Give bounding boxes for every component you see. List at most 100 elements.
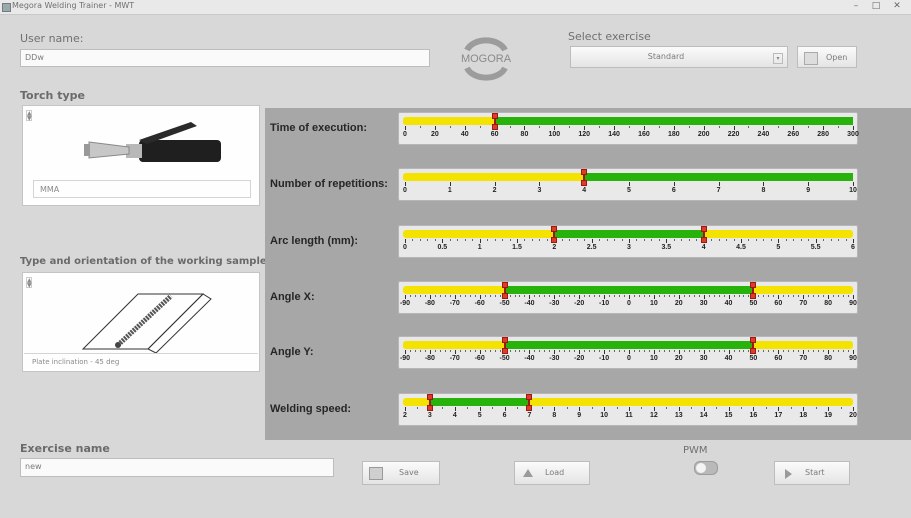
minor-tick bbox=[793, 295, 795, 297]
torch-spinner[interactable]: ▲ ▼ bbox=[26, 110, 32, 122]
minor-tick bbox=[439, 295, 441, 297]
minor-tick bbox=[763, 295, 765, 297]
minor-tick bbox=[517, 407, 518, 409]
minor-tick bbox=[808, 350, 810, 352]
high-limit-handle[interactable] bbox=[750, 282, 757, 303]
minor-tick bbox=[569, 295, 571, 297]
param-scale-slider[interactable]: 0 20 40 60 80 100 120 140 160 180 200 220 240 260 280 3… bbox=[398, 112, 859, 145]
minor-tick bbox=[693, 295, 695, 297]
acceptable-range-bar bbox=[504, 341, 754, 349]
minimize-button[interactable]: – bbox=[848, 1, 864, 12]
minor-tick bbox=[758, 350, 760, 352]
minor-tick bbox=[683, 350, 685, 352]
major-tick bbox=[405, 182, 406, 186]
minor-tick bbox=[673, 239, 675, 241]
minor-tick bbox=[778, 126, 780, 128]
major-tick bbox=[803, 295, 805, 299]
minor-tick bbox=[823, 295, 825, 297]
tick-label: 9 bbox=[806, 187, 811, 194]
minor-tick bbox=[459, 295, 461, 297]
tick-label: -10 bbox=[599, 300, 610, 307]
minor-tick bbox=[783, 350, 785, 352]
acceptable-range-bar bbox=[504, 286, 754, 294]
param-scale-slider[interactable]: -90 -80 -70 -60 -50 -40 -30 -20 -10 0 10 20 30 40 50 60… bbox=[398, 336, 858, 369]
sample-spinner[interactable]: ▲ ▼ bbox=[26, 277, 32, 289]
start-button[interactable]: Start bbox=[774, 461, 850, 485]
major-tick bbox=[405, 407, 406, 411]
major-tick bbox=[753, 407, 755, 411]
low-limit-handle[interactable] bbox=[491, 113, 498, 134]
major-tick bbox=[853, 350, 854, 354]
low-limit-handle[interactable] bbox=[501, 282, 508, 303]
tick-label: 200 bbox=[697, 131, 710, 138]
high-limit-handle[interactable] bbox=[526, 394, 533, 415]
major-tick bbox=[604, 407, 606, 411]
major-tick bbox=[763, 182, 765, 186]
tick-label: -20 bbox=[574, 355, 585, 362]
load-button[interactable]: Load bbox=[514, 461, 590, 485]
low-limit-handle[interactable] bbox=[426, 394, 433, 415]
minor-tick bbox=[591, 407, 593, 409]
major-tick bbox=[808, 182, 810, 186]
minor-tick bbox=[576, 239, 578, 241]
minor-tick bbox=[534, 295, 536, 297]
major-tick bbox=[479, 295, 481, 299]
param-scale-slider[interactable]: 0 0.5 1 1.5 2 2.5 3 3.5 4 4.5 5 5.5 6 bbox=[398, 225, 858, 258]
handle-bottom bbox=[501, 293, 508, 299]
major-tick bbox=[778, 239, 780, 243]
exercise-dropdown[interactable]: Standard ▾ bbox=[570, 46, 788, 68]
major-tick bbox=[449, 182, 451, 186]
minor-tick bbox=[419, 239, 421, 241]
tick-label: 18 bbox=[799, 412, 808, 419]
acceptable-range-bar bbox=[554, 230, 704, 238]
minor-tick bbox=[449, 239, 451, 241]
play-icon bbox=[785, 469, 792, 479]
minor-tick bbox=[419, 126, 421, 128]
major-tick bbox=[629, 407, 630, 411]
major-tick bbox=[666, 239, 668, 243]
minor-tick bbox=[459, 350, 461, 352]
param-scale-slider[interactable]: 2 3 4 5 6 7 8 9 10 11 12 13 14 15 16 17 18 19 20 bbox=[398, 393, 858, 426]
low-limit-handle[interactable] bbox=[551, 226, 558, 247]
major-tick bbox=[591, 239, 593, 243]
pwm-toggle[interactable] bbox=[694, 461, 718, 475]
minor-tick bbox=[534, 350, 536, 352]
minor-tick bbox=[833, 350, 835, 352]
minor-tick bbox=[673, 350, 675, 352]
sample-type-panel[interactable]: ▲ ▼ Plate inclination - 45 deg bbox=[22, 272, 260, 372]
major-tick bbox=[604, 350, 606, 354]
major-tick bbox=[529, 295, 531, 299]
minor-tick bbox=[599, 126, 601, 128]
maximize-button[interactable]: □ bbox=[868, 1, 884, 12]
minor-tick bbox=[629, 126, 630, 128]
low-limit-handle[interactable] bbox=[581, 169, 588, 190]
minor-tick bbox=[758, 295, 760, 297]
tick-label: 5 bbox=[776, 244, 781, 251]
open-button[interactable]: Open bbox=[797, 46, 857, 68]
pwm-toggle-knob bbox=[696, 463, 706, 473]
save-button[interactable]: Save bbox=[362, 461, 440, 485]
user-name-input[interactable]: DDw bbox=[20, 49, 430, 67]
tick-label: 90 bbox=[849, 355, 857, 362]
minor-tick bbox=[519, 350, 521, 352]
minor-tick bbox=[609, 350, 611, 352]
low-limit-handle[interactable] bbox=[501, 337, 508, 358]
major-tick bbox=[643, 126, 645, 130]
save-button-label: Save bbox=[399, 468, 419, 477]
tick-label: 19 bbox=[824, 412, 833, 419]
tick-label: 260 bbox=[787, 131, 800, 138]
high-limit-handle[interactable] bbox=[700, 226, 707, 247]
minor-tick bbox=[464, 350, 466, 352]
param-scale-slider[interactable]: -90 -80 -70 -60 -50 -40 -30 -20 -10 0 10 20 30 40 50 60… bbox=[398, 281, 858, 314]
minor-tick bbox=[621, 239, 623, 241]
close-button[interactable]: ✕ bbox=[889, 1, 905, 12]
minor-tick bbox=[449, 350, 451, 352]
high-limit-handle[interactable] bbox=[750, 337, 757, 358]
torch-type-panel[interactable]: ▲ ▼ MMA bbox=[22, 105, 260, 206]
minor-tick bbox=[417, 407, 419, 409]
tick-label: 16 bbox=[749, 412, 758, 419]
param-scale-slider[interactable]: 0 1 2 3 4 5 6 7 8 9 10 bbox=[398, 168, 858, 201]
major-tick bbox=[479, 239, 481, 243]
exercise-name-input[interactable]: new bbox=[20, 458, 334, 477]
minor-tick bbox=[688, 239, 690, 241]
